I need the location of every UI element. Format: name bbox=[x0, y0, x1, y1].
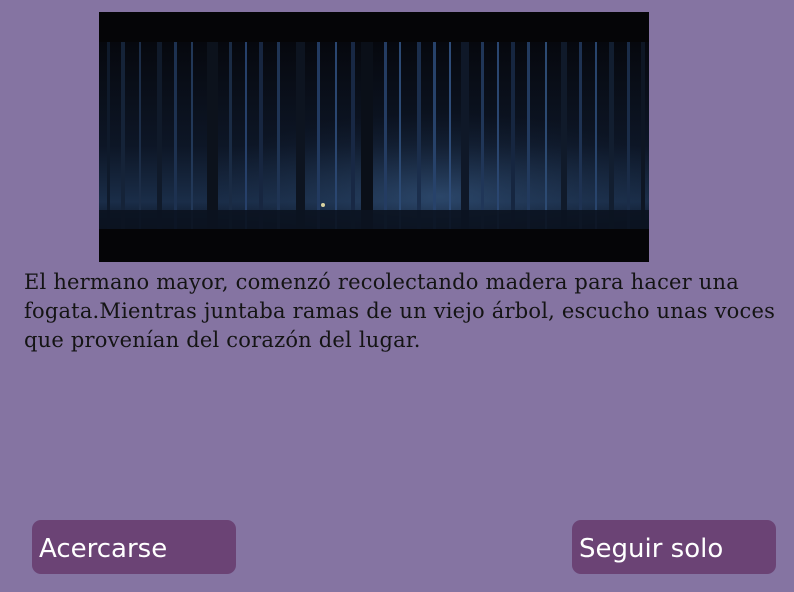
story-text: El hermano mayor, comenzó recolectando m… bbox=[24, 270, 776, 352]
forest-scene-image bbox=[99, 12, 649, 262]
tree-trunk bbox=[627, 42, 630, 230]
lantern-light bbox=[321, 203, 325, 207]
tree-trunk bbox=[595, 42, 597, 230]
tree-trunk bbox=[351, 42, 355, 230]
tree-trunk bbox=[399, 42, 401, 230]
tree-trunk bbox=[417, 42, 421, 230]
tree-trunk bbox=[433, 42, 436, 230]
tree-trunk bbox=[335, 42, 337, 230]
choice-button-seguir-solo[interactable]: Seguir solo bbox=[572, 520, 776, 574]
tree-trunk bbox=[641, 42, 645, 230]
tree-trunk bbox=[277, 42, 280, 230]
tree-trunk bbox=[229, 42, 232, 230]
tree-trunk bbox=[609, 42, 614, 230]
tree-trunk bbox=[361, 42, 373, 230]
tree-trunk bbox=[296, 42, 305, 230]
tree-trunk bbox=[449, 42, 451, 230]
tree-trunk bbox=[317, 42, 320, 230]
tree-trunk bbox=[121, 42, 125, 230]
tree-trunk bbox=[259, 42, 263, 230]
tree-trunk bbox=[384, 42, 387, 230]
tree-trunk bbox=[157, 42, 162, 230]
tree-trunk bbox=[511, 42, 515, 230]
tree-trunk bbox=[191, 42, 193, 230]
tree-trunk bbox=[107, 42, 110, 230]
choice-button-acercarse[interactable]: Acercarse bbox=[32, 520, 236, 574]
tree-trunk bbox=[139, 42, 141, 230]
dark-forest-illustration bbox=[99, 12, 649, 262]
tree-trunk bbox=[561, 42, 567, 230]
tree-trunk bbox=[207, 42, 218, 230]
tree-trunk bbox=[497, 42, 499, 230]
tree-trunk bbox=[527, 42, 530, 230]
tree-trunk bbox=[461, 42, 469, 230]
tree-trunk bbox=[245, 42, 247, 230]
tree-trunk bbox=[481, 42, 484, 230]
tree-trunk bbox=[174, 42, 177, 230]
tree-trunk bbox=[545, 42, 547, 230]
tree-trunk bbox=[579, 42, 582, 230]
